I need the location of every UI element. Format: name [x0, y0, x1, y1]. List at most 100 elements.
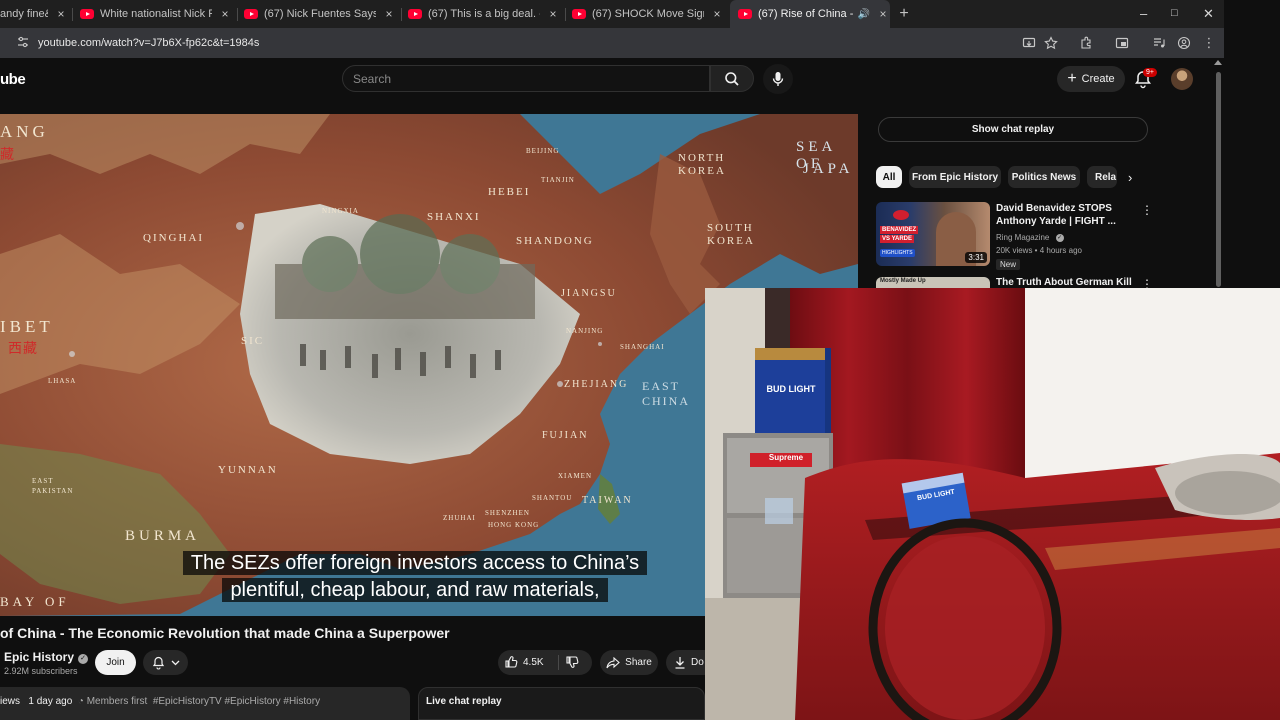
browser-menu-icon[interactable]: ⋮: [1202, 36, 1216, 50]
map-label: ZHEJIANG: [564, 379, 629, 390]
extensions-icon[interactable]: [1079, 36, 1093, 50]
map-label: XIAMEN: [558, 472, 592, 480]
map-label: TAIWAN: [582, 495, 633, 506]
tab-divider: [565, 8, 566, 21]
create-label: Create: [1081, 73, 1115, 85]
media-controls-icon[interactable]: [1152, 36, 1166, 50]
url-text[interactable]: youtube.com/watch?v=J7b6X-fp62c&t=1984s: [38, 37, 259, 49]
browser-tab[interactable]: (67) SHOCK Move Signals Dem ×: [572, 0, 724, 28]
voice-search-button[interactable]: [763, 64, 793, 94]
scrollbar-thumb[interactable]: [1216, 72, 1221, 287]
map-label: NINGXIA: [322, 207, 359, 215]
youtube-favicon-icon: [244, 9, 258, 19]
tab-close-icon[interactable]: ×: [54, 7, 68, 21]
speaker-icon[interactable]: 🔊: [858, 9, 870, 20]
subscription-notifications-button[interactable]: [143, 650, 188, 675]
profile-icon[interactable]: [1177, 36, 1191, 50]
map-label: HEBEI: [488, 186, 531, 198]
share-label: Share: [625, 657, 652, 668]
tab-search-icon[interactable]: [1115, 36, 1129, 50]
create-button[interactable]: + Create: [1057, 66, 1125, 92]
recommendation-title[interactable]: David Benavidez STOPS Anthony Yarde | FI…: [996, 202, 1136, 228]
bookmark-star-icon[interactable]: [1044, 36, 1058, 50]
map-label: HONG KONG: [488, 521, 540, 529]
close-window-button[interactable]: ✕: [1203, 6, 1214, 22]
account-avatar[interactable]: [1171, 68, 1193, 90]
browser-tab[interactable]: andy fine&sn ×: [0, 0, 68, 28]
new-tab-button[interactable]: +: [897, 5, 911, 23]
like-count: 4.5K: [523, 656, 544, 668]
like-divider: [558, 655, 559, 670]
join-button[interactable]: Join: [95, 650, 136, 675]
show-chat-replay-button[interactable]: Show chat replay: [878, 117, 1148, 142]
search-button[interactable]: [710, 65, 754, 92]
thumbnail-text: Mostly Made Up: [880, 278, 926, 284]
scroll-up-arrow-icon[interactable]: [1214, 60, 1222, 65]
browser-tab[interactable]: (67) This is a big deal. - YouTub ×: [408, 0, 560, 28]
tab-close-icon[interactable]: ×: [382, 7, 396, 21]
recommendation-channel-name: Ring Magazine: [996, 233, 1050, 242]
thumbs-up-icon: [505, 656, 518, 668]
map-label: LHASA: [48, 377, 77, 385]
tab-title: andy fine&sn: [0, 8, 48, 20]
search-input[interactable]: Search: [342, 65, 710, 92]
minimize-button[interactable]: –: [1140, 6, 1147, 21]
map-label: FUJIAN: [542, 430, 589, 441]
dislike-button[interactable]: [565, 655, 579, 674]
youtube-favicon-icon: [738, 9, 752, 19]
download-label: Do: [691, 657, 704, 668]
map-label: IBET: [0, 317, 54, 336]
hashtags[interactable]: #EpicHistoryTV #EpicHistory #History: [153, 696, 320, 707]
share-arrow-icon: [606, 656, 620, 668]
subtitle-text: plentiful, cheap labour, and raw materia…: [222, 578, 608, 602]
map-label: EAST PAKISTAN: [32, 477, 74, 495]
tab-title: (67) Nick Fuentes Says He'll Al: [264, 8, 376, 20]
tab-strip: andy fine&sn × White nationalist Nick Fu…: [0, 0, 1224, 28]
map-label: EAST CHINA: [642, 379, 690, 408]
map-label: SOUTH KOREA: [707, 222, 755, 247]
recommendation-channel: Ring Magazine ✓: [996, 233, 1064, 242]
chip-politics-news[interactable]: Politics News: [1008, 166, 1080, 188]
channel-name[interactable]: Epic History ✓: [4, 650, 89, 664]
webcam-overlay: BUD LIGHT Supreme BUD LIGHT: [705, 288, 1280, 720]
youtube-logo[interactable]: ube: [0, 71, 26, 88]
browser-tab[interactable]: (67) Nick Fuentes Says He'll Al ×: [244, 0, 396, 28]
map-label: QINGHAI: [143, 232, 205, 244]
maximize-button[interactable]: □: [1171, 7, 1178, 19]
chip-related[interactable]: Rela: [1087, 166, 1117, 188]
chip-all[interactable]: All: [876, 166, 902, 188]
page-scrollbar[interactable]: [1213, 60, 1223, 290]
tab-title: (67) SHOCK Move Signals Dem: [592, 8, 704, 20]
chip-from-epic-history[interactable]: From Epic History: [909, 166, 1001, 188]
recommendation-title[interactable]: The Truth About German Kill: [996, 276, 1136, 288]
tab-title: (67) This is a big deal. - YouTub: [428, 8, 540, 20]
youtube-favicon-icon: [80, 9, 94, 19]
tab-title: White nationalist Nick Fuentes: [100, 8, 212, 20]
chip-next-arrow-icon[interactable]: ›: [1128, 170, 1132, 185]
browser-tab[interactable]: White nationalist Nick Fuentes ×: [80, 0, 232, 28]
install-app-icon[interactable]: [1022, 36, 1036, 50]
address-bar: youtube.com/watch?v=J7b6X-fp62c&t=1984s …: [0, 28, 1224, 58]
view-count: iews: [0, 696, 21, 707]
chevron-down-icon: [171, 660, 179, 665]
supreme-sticker-label: Supreme: [768, 453, 804, 462]
map-label: JAPA: [803, 161, 854, 177]
more-actions-icon[interactable]: ⋮: [1141, 277, 1153, 288]
more-actions-icon[interactable]: ⋮: [1141, 203, 1153, 217]
browser-tab-active[interactable]: (67) Rise of China - The Eco 🔊 ×: [730, 0, 890, 28]
map-label: BEIJING: [526, 147, 560, 155]
video-thumbnail[interactable]: BENAVIDEZ VS YARDE HIGHLIGHTS 3:31: [876, 202, 990, 266]
map-label: SHENZHEN: [485, 509, 530, 517]
subscriber-count: 2.92M subscribers: [4, 666, 78, 676]
tab-close-icon[interactable]: ×: [876, 7, 890, 21]
bud-light-box-label: BUD LIGHT: [766, 384, 816, 394]
like-dislike-bar: 4.5K: [498, 650, 592, 675]
tab-close-icon[interactable]: ×: [710, 7, 724, 21]
tab-close-icon[interactable]: ×: [218, 7, 232, 21]
youtube-favicon-icon: [572, 9, 586, 19]
tab-close-icon[interactable]: ×: [546, 7, 560, 21]
site-settings-icon[interactable]: [17, 36, 29, 48]
share-button[interactable]: Share: [600, 650, 658, 675]
webcam-scene: [705, 288, 1280, 720]
like-button[interactable]: 4.5K: [504, 655, 544, 669]
